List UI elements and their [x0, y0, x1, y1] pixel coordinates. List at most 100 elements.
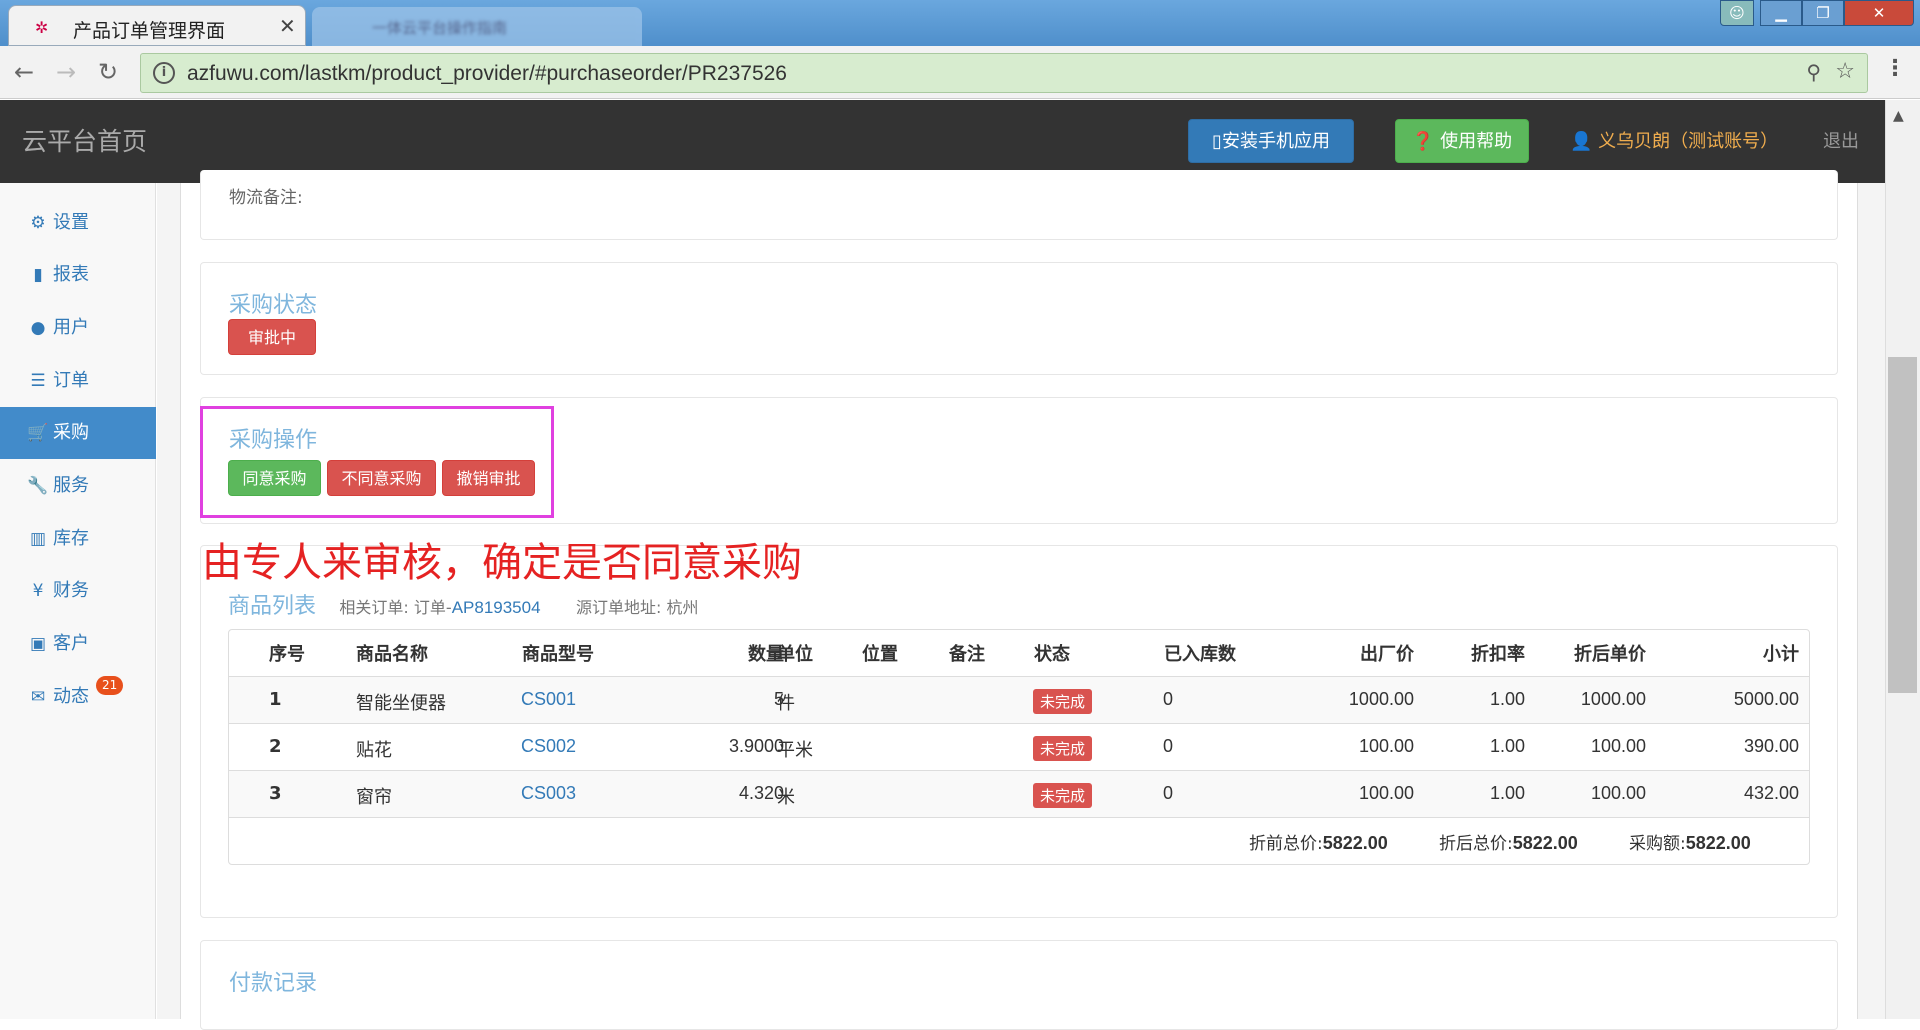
factory-price: 100.00: [1358, 783, 1414, 803]
factory-price: 1000.00: [1348, 689, 1414, 709]
user-icon: 👤: [1570, 131, 1593, 152]
sidebar-item-settings[interactable]: ⚙ 设置: [0, 197, 156, 249]
browser-tab-active[interactable]: ✲ 产品订单管理界面 ✕: [8, 5, 306, 46]
unit: 平米: [777, 740, 813, 761]
address-bar[interactable]: i azfuwu.com/lastkm/product_provider/#pu…: [140, 53, 1868, 93]
stocked-qty: 0: [1163, 689, 1174, 709]
subtotal: 390.00: [1743, 736, 1799, 756]
user-name: 义乌贝朗（测试账号）: [1598, 131, 1779, 152]
sidebar-item-inventory[interactable]: ▥ 库存: [0, 513, 156, 565]
scroll-up-arrow-icon[interactable]: ▲: [1893, 108, 1904, 124]
tab-title: 产品订单管理界面: [73, 20, 226, 42]
info-icon[interactable]: i: [153, 62, 175, 84]
gear-icon: ⚙: [30, 213, 46, 233]
profile-icon[interactable]: ☺: [1720, 0, 1754, 26]
product-model-link[interactable]: CS002: [521, 736, 576, 757]
row-no: 1: [269, 689, 282, 710]
total-before-value: 5822.00: [1322, 833, 1388, 853]
wrench-icon: 🔧: [27, 476, 49, 496]
browser-tab-inactive[interactable]: 一体云平台操作指南: [312, 7, 642, 46]
total-after-discount: 折后总价:5822.00: [1439, 829, 1578, 854]
sidebar-item-label: 报表: [53, 264, 89, 285]
mobile-icon: ▯: [1212, 131, 1222, 152]
sidebar-item-label: 客户: [53, 633, 89, 654]
logistics-note-label: 物流备注:: [229, 188, 303, 208]
col-header: 折扣率: [1471, 644, 1525, 665]
col-header: 单位: [777, 644, 813, 665]
back-arrow-icon[interactable]: ←: [14, 58, 34, 86]
url-text: azfuwu.com/lastkm/product_provider/#purc…: [187, 62, 787, 85]
user-menu[interactable]: 👤 义乌贝朗（测试账号）: [1570, 127, 1778, 153]
product-model-link[interactable]: CS001: [521, 689, 576, 710]
sidebar-item-purchase[interactable]: 🛒 采购: [0, 407, 156, 459]
stocked-qty: 0: [1163, 736, 1174, 756]
quantity: 5: [773, 689, 784, 709]
total-before-discount: 折前总价:5822.00: [1249, 829, 1388, 854]
subtotal: 5000.00: [1733, 689, 1799, 709]
status-label: 未完成: [1033, 689, 1093, 714]
discount-rate: 1.00: [1489, 783, 1525, 803]
payments-title: 付款记录: [229, 971, 318, 996]
bookmark-star-icon[interactable]: ☆: [1835, 59, 1855, 84]
total-after-value: 5822.00: [1512, 833, 1578, 853]
brand-link[interactable]: 云平台首页: [22, 122, 147, 158]
bar-chart-icon: ▮: [33, 265, 43, 285]
sidebar-item-label: 用户: [53, 317, 89, 338]
zoom-icon[interactable]: ⚲: [1806, 60, 1821, 84]
sidebar-item-activity[interactable]: ✉ 动态: [0, 671, 156, 723]
logout-link[interactable]: 退出: [1823, 127, 1859, 153]
status-label: 未完成: [1033, 783, 1093, 808]
row-no: 3: [269, 783, 282, 804]
table-row: 1 智能坐便器 CS001 5 件 未完成 0 1000.00 1.00 100…: [229, 676, 1809, 723]
scrollbar-thumb[interactable]: [1888, 357, 1917, 693]
revoke-approval-button[interactable]: 撤销审批: [442, 460, 535, 496]
purchase-amount-value: 5822.00: [1685, 833, 1751, 853]
related-order-link[interactable]: AP8193504: [452, 598, 541, 617]
col-header: 位置: [862, 644, 898, 665]
maximize-button[interactable]: ❐: [1802, 0, 1844, 26]
yen-icon: ¥: [32, 581, 44, 601]
quantity: 4.320: [738, 783, 784, 803]
favicon-icon: ✲: [35, 18, 49, 37]
tab-close-icon[interactable]: ✕: [279, 14, 296, 38]
col-header: 出厂价: [1360, 644, 1414, 665]
sidebar-item-orders[interactable]: ☰ 订单: [0, 355, 156, 407]
factory-price: 100.00: [1358, 736, 1414, 756]
minimize-button[interactable]: ▁: [1760, 0, 1802, 26]
close-window-button[interactable]: ✕: [1844, 0, 1914, 26]
browser-menu-icon[interactable]: ⋮: [1884, 56, 1906, 81]
annotation-text: 由专人来审核，确定是否同意采购: [202, 540, 802, 586]
browser-tab-bar: ✲ 产品订单管理界面 ✕ 一体云平台操作指南 ☺ ▁ ❐ ✕: [0, 0, 1920, 46]
reload-icon[interactable]: ↻: [98, 58, 118, 86]
table-row: 2 贴花 CS002 3.9000 平米 未完成 0 100.00 1.00 1…: [229, 723, 1809, 770]
product-name: 智能坐便器: [356, 693, 446, 714]
net-price: 1000.00: [1580, 689, 1646, 709]
status-title: 采购状态: [229, 293, 318, 318]
sidebar-item-reports[interactable]: ▮ 报表: [0, 249, 156, 301]
help-button[interactable]: ❓ 使用帮助: [1395, 119, 1529, 163]
col-header: 状态: [1034, 644, 1070, 665]
sidebar-item-customers[interactable]: ▣ 客户: [0, 618, 156, 670]
product-model-link[interactable]: CS003: [521, 783, 576, 804]
user-icon: ●: [30, 318, 46, 338]
status-badge: 审批中: [228, 319, 316, 355]
forward-arrow-icon[interactable]: →: [56, 58, 76, 86]
sidebar-item-service[interactable]: 🔧 服务: [0, 460, 156, 512]
col-header: 序号: [269, 644, 305, 665]
browser-toolbar: ← → ↻ i azfuwu.com/lastkm/product_provid…: [0, 46, 1920, 99]
purchase-amount: 采购额:5822.00: [1629, 829, 1751, 854]
question-icon: ❓: [1411, 131, 1435, 152]
cart-icon: 🛒: [27, 423, 49, 443]
col-header: 商品型号: [522, 644, 594, 665]
sidebar-item-finance[interactable]: ¥ 财务: [0, 565, 156, 617]
payments-panel: 付款记录: [200, 940, 1838, 1030]
sidebar-item-label: 财务: [53, 580, 89, 601]
subtotal: 432.00: [1743, 783, 1799, 803]
related-order-label: 相关订单: 订单-: [339, 598, 452, 617]
approve-button[interactable]: 同意采购: [228, 460, 321, 496]
quantity: 3.9000: [728, 736, 784, 756]
comment-icon: ✉: [30, 687, 46, 707]
reject-button[interactable]: 不同意采购: [327, 460, 436, 496]
sidebar-item-users[interactable]: ● 用户: [0, 302, 156, 354]
install-app-button[interactable]: ▯安装手机应用: [1188, 119, 1354, 163]
